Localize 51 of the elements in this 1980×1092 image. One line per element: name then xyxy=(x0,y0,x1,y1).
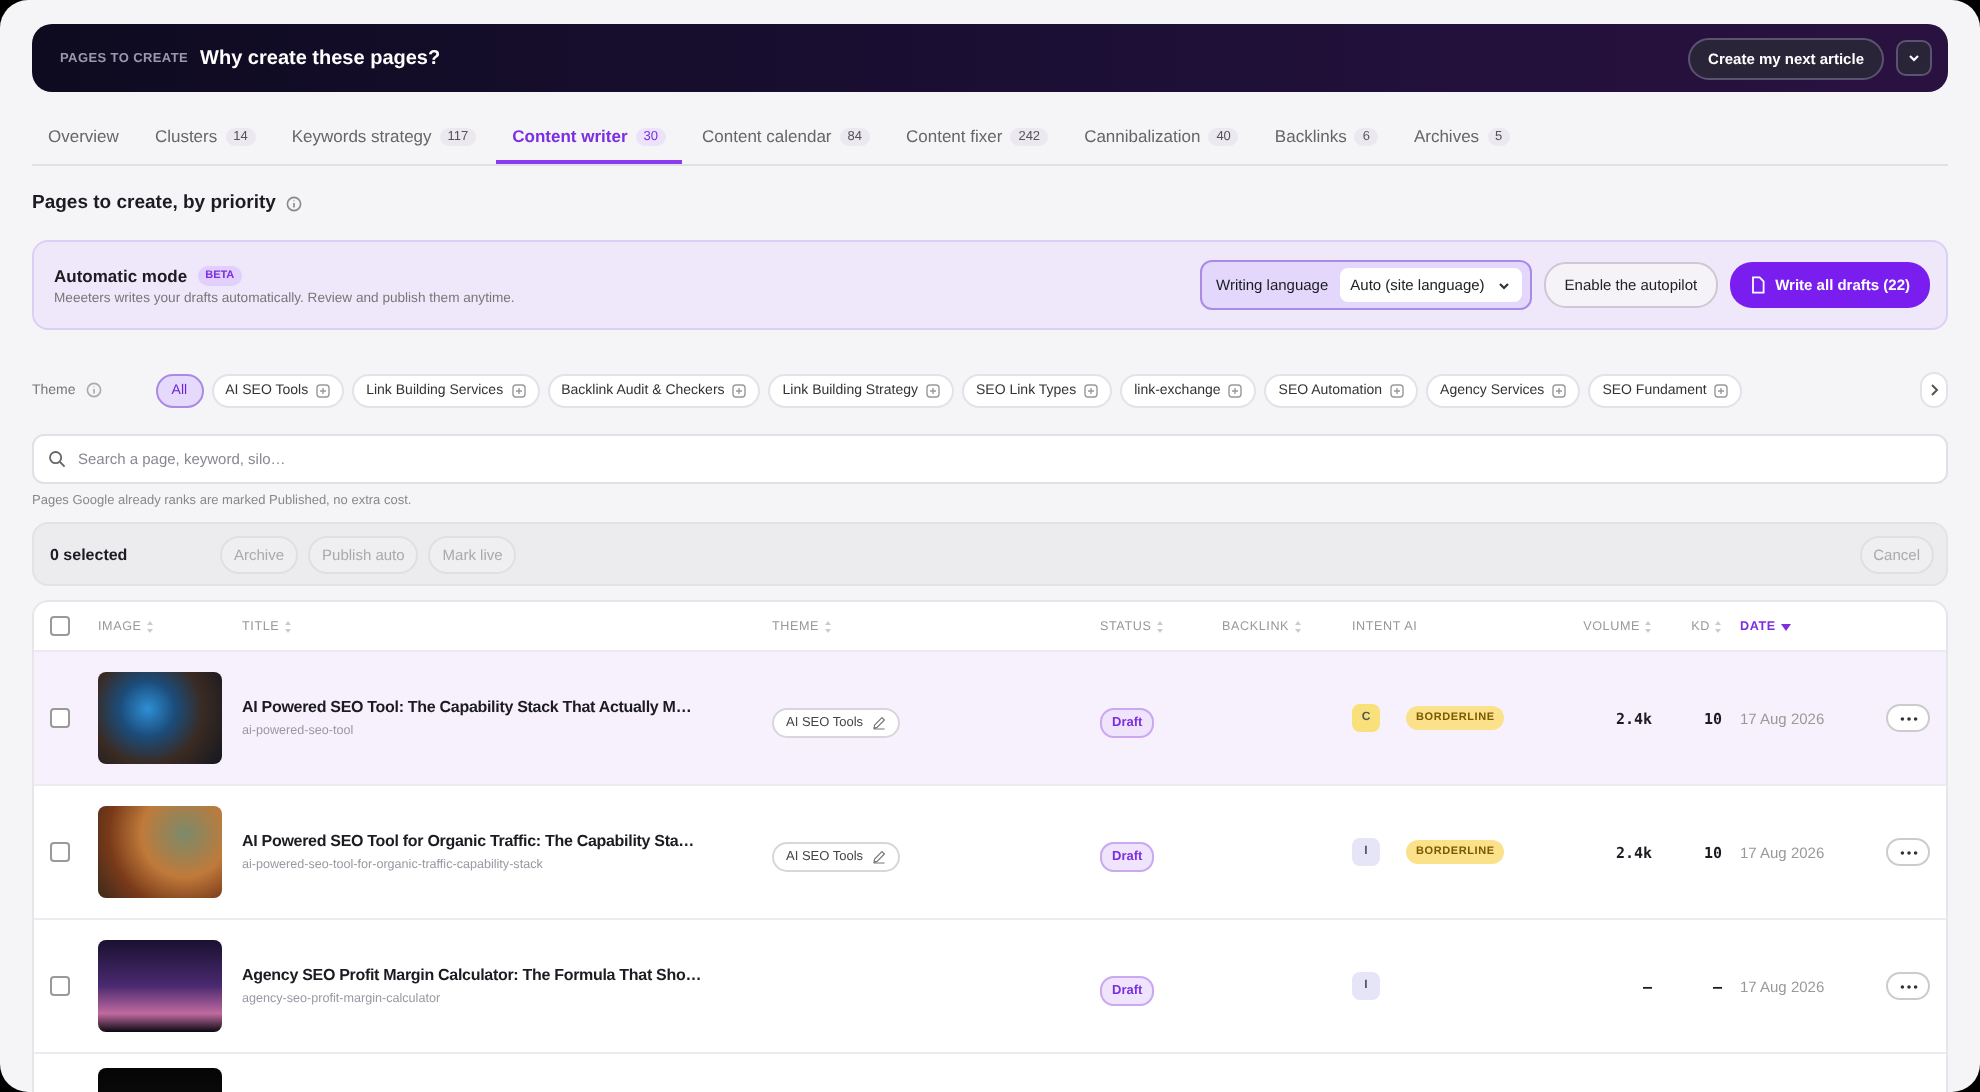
chevron-right-icon xyxy=(1928,382,1940,398)
plus-icon xyxy=(1714,383,1729,397)
plus-icon xyxy=(1084,383,1099,397)
photo-placeholder xyxy=(98,940,222,1032)
row-checkbox[interactable] xyxy=(50,708,70,728)
more-icon xyxy=(1899,983,1917,989)
more-icon xyxy=(1899,715,1917,721)
tab[interactable]: Overview xyxy=(32,112,135,164)
plus-icon xyxy=(1552,383,1567,397)
dropdown-button[interactable] xyxy=(1896,40,1932,76)
more-button[interactable] xyxy=(1886,972,1930,1000)
tab-label: Overview xyxy=(48,126,119,146)
photo-placeholder xyxy=(98,806,222,898)
chevron-down-icon xyxy=(1496,277,1513,293)
automatic-mode-title: Automatic mode xyxy=(54,265,188,285)
select-all-checkbox[interactable] xyxy=(50,616,70,636)
scroll-right-button[interactable] xyxy=(1920,372,1948,408)
more-button[interactable] xyxy=(1886,704,1930,732)
section-title: Pages to create, by priority xyxy=(32,192,276,214)
selected-count: 0 selected xyxy=(50,545,130,563)
row-checkbox[interactable] xyxy=(50,976,70,996)
pencil-icon xyxy=(871,715,886,729)
photo-placeholder xyxy=(98,672,222,764)
sort-descending-icon xyxy=(1779,621,1792,631)
plus-icon xyxy=(926,383,940,397)
banner-title: Why create these pages? xyxy=(200,47,441,69)
article-title[interactable]: Agency SEO Profit Margin Calculator: The Formula That Sho… xyxy=(242,966,764,984)
plus-icon xyxy=(1228,383,1243,397)
chevron-down-icon xyxy=(1906,50,1922,66)
article-title[interactable]: AI Powered SEO Tool for Organic Traffic: The Capability Sta… xyxy=(242,832,764,850)
plus-icon xyxy=(1390,383,1405,397)
row-checkbox[interactable] xyxy=(50,842,70,862)
plus-icon xyxy=(732,383,747,397)
search-icon xyxy=(48,450,66,468)
plus-icon xyxy=(511,383,526,397)
tab-label: Content calendar xyxy=(702,126,832,146)
plus-icon xyxy=(316,383,331,397)
article-title[interactable]: AI Powered SEO Tool: The Capability Stack That Actually M… xyxy=(242,698,764,716)
tab-label: Archives xyxy=(1413,126,1480,146)
pencil-icon xyxy=(871,849,886,863)
info-icon xyxy=(85,382,102,398)
tab-label: Keywords strategy xyxy=(291,126,432,146)
more-button[interactable] xyxy=(1886,838,1930,866)
info-icon xyxy=(285,195,302,211)
tab-label: Backlinks xyxy=(1274,126,1347,146)
tab-label: Content writer xyxy=(512,126,628,146)
more-icon xyxy=(1899,849,1917,855)
document-icon xyxy=(1749,276,1766,294)
tab-label: Clusters xyxy=(154,126,218,146)
tab-label: Content fixer xyxy=(906,126,1003,146)
tab-label: Cannibalization xyxy=(1084,126,1201,146)
